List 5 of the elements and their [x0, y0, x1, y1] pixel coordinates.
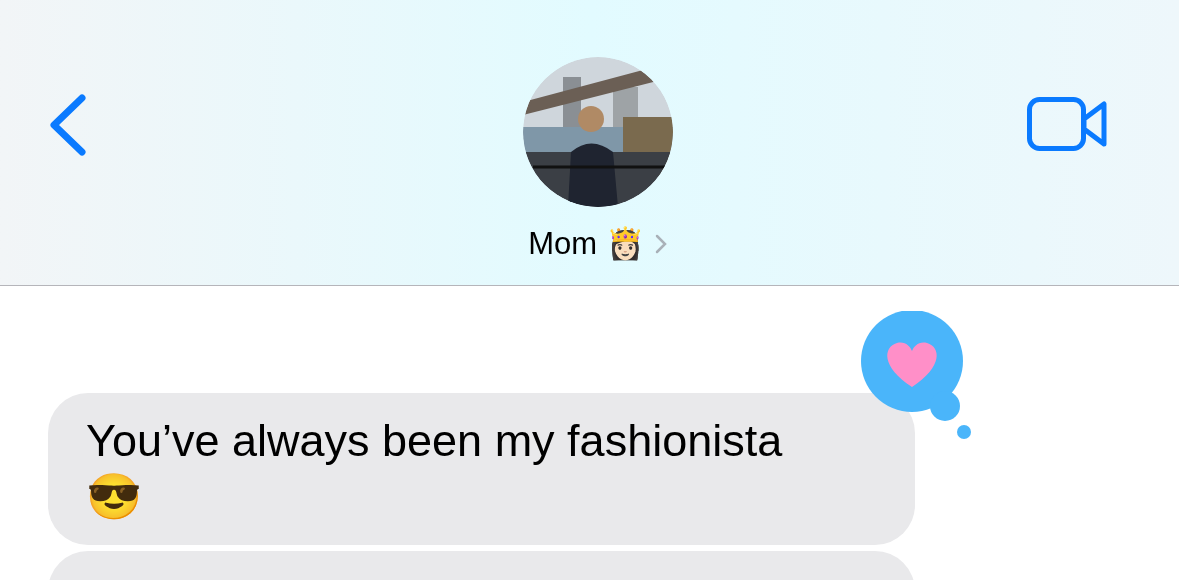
- chevron-icon: [654, 234, 667, 255]
- contact-name[interactable]: Mom 👸🏻: [528, 221, 667, 268]
- message-text: You’ve always been my fashionista 😎: [86, 415, 783, 522]
- video-camera-icon[interactable]: [1027, 97, 1107, 151]
- back-chevron-icon[interactable]: [48, 94, 88, 156]
